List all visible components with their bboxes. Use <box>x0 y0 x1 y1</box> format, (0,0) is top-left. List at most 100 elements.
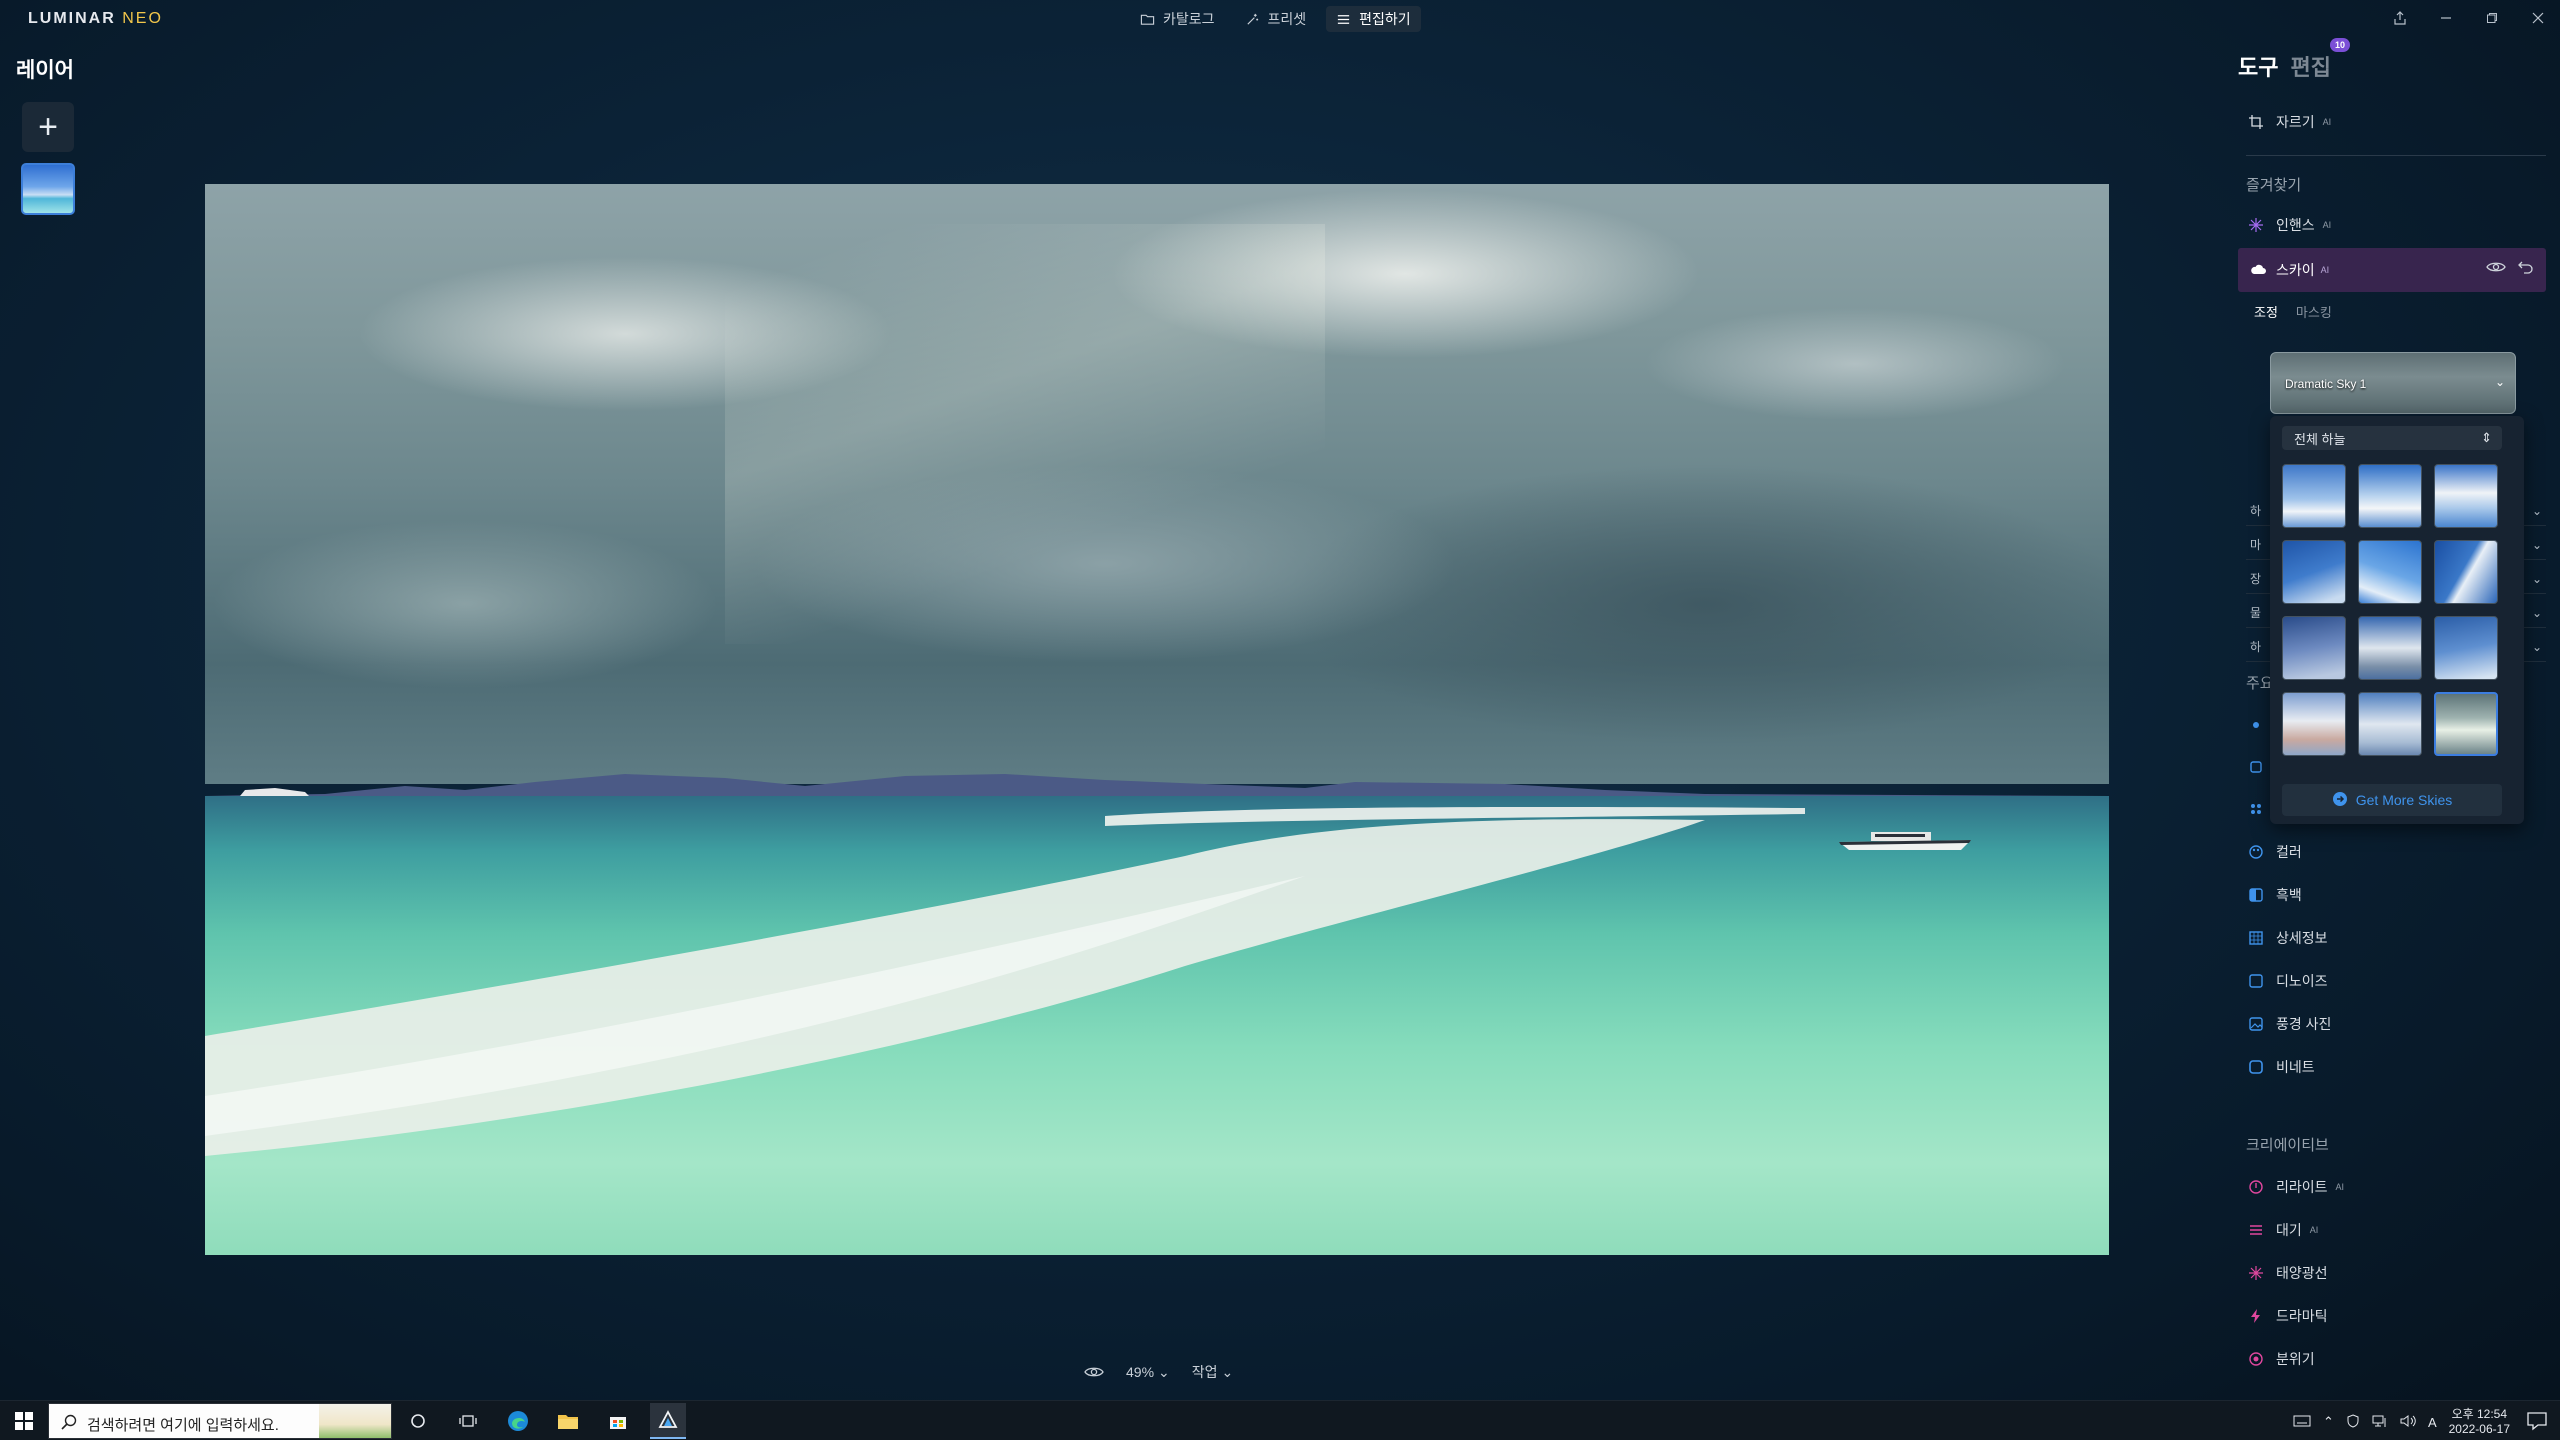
network-icon[interactable] <box>2372 1414 2388 1431</box>
minimize-icon[interactable] <box>2436 8 2456 28</box>
window-controls <box>2390 8 2548 28</box>
start-button[interactable] <box>14 1411 34 1431</box>
tool-dramatic[interactable]: 드라마틱 <box>2248 1304 2328 1328</box>
sky-preset-dropdown[interactable]: Dramatic Sky 1 ⌄ <box>2270 352 2516 414</box>
tool-dramatic-label: 드라마틱 <box>2276 1308 2328 1324</box>
windows-logo-icon <box>15 1412 33 1430</box>
sky-thumbnail[interactable] <box>2358 616 2422 680</box>
tool-sky-active[interactable]: 스카이 AI <box>2238 248 2546 292</box>
reset-icon[interactable] <box>2518 260 2534 279</box>
layer-thumbnail[interactable] <box>21 163 75 215</box>
tool-hidden[interactable] <box>2248 797 2264 821</box>
ai-marker: AI <box>2309 1225 2319 1235</box>
contrast-icon <box>2248 887 2264 903</box>
add-layer-button[interactable]: + <box>22 102 74 152</box>
subtab-masking[interactable]: 마스킹 <box>2296 302 2332 321</box>
sky-thumbnail-selected[interactable] <box>2434 692 2498 756</box>
collapsed-label: 하 <box>2250 640 2262 654</box>
tool-mood[interactable]: 분위기 <box>2248 1347 2315 1371</box>
sky-thumbnail[interactable] <box>2358 464 2422 528</box>
sky-thumbnail[interactable] <box>2434 464 2498 528</box>
subtab-adjust[interactable]: 조정 <box>2254 302 2278 321</box>
search-highlight-illustration <box>319 1404 391 1438</box>
task-view-icon[interactable] <box>450 1403 486 1439</box>
photo-sun-rays <box>725 224 1325 644</box>
microsoft-store-icon[interactable] <box>600 1403 636 1439</box>
tool-vignette-label: 비네트 <box>2276 1059 2315 1075</box>
mode-presets-label: 프리셋 <box>1267 11 1307 27</box>
chevron-down-icon: ⌄ <box>2494 375 2505 389</box>
tool-atmosphere[interactable]: 대기 AI <box>2248 1218 2318 1242</box>
sky-thumbnail[interactable] <box>2358 692 2422 756</box>
tool-hidden[interactable] <box>2248 713 2264 737</box>
tab-edits[interactable]: 편집 <box>2290 50 2330 82</box>
sky-thumbnail[interactable] <box>2282 692 2346 756</box>
sky-thumbnail[interactable] <box>2434 616 2498 680</box>
logo-main: LUMINAR <box>28 10 116 27</box>
chevron-up-icon[interactable]: ⌃ <box>2323 1414 2334 1430</box>
cloud-icon <box>2250 262 2266 278</box>
get-more-skies-button[interactable]: Get More Skies <box>2282 784 2502 816</box>
tool-relight-label: 리라이트 <box>2276 1179 2328 1195</box>
keyboard-icon[interactable] <box>2293 1415 2311 1430</box>
tool-crop[interactable]: 자르기 AI <box>2248 110 2331 134</box>
actions-dropdown[interactable]: 작업 ⌄ <box>1192 1362 1234 1382</box>
collapsed-label: 장 <box>2250 572 2262 586</box>
grid-pattern-icon <box>2248 930 2264 946</box>
sky-thumbnail[interactable] <box>2434 540 2498 604</box>
tool-denoise-label: 디노이즈 <box>2276 973 2328 989</box>
file-explorer-icon[interactable] <box>550 1403 586 1439</box>
input-method-indicator[interactable]: A <box>2428 1415 2437 1430</box>
tool-sunrays[interactable]: 태양광선 <box>2248 1261 2328 1285</box>
luminar-neo-taskbar-icon[interactable] <box>650 1403 686 1439</box>
cortana-icon[interactable] <box>400 1403 436 1439</box>
tool-bw-label: 흑백 <box>2276 887 2302 903</box>
sky-thumbnail[interactable] <box>2282 540 2346 604</box>
sky-category-select[interactable]: 전체 하늘 ⇕ <box>2282 426 2502 450</box>
chevron-down-icon: ⌄ <box>1221 1363 1234 1380</box>
tab-tools[interactable]: 도구 <box>2238 50 2278 82</box>
tool-denoise[interactable]: 디노이즈 <box>2248 969 2328 993</box>
compare-button[interactable] <box>1084 1365 1104 1379</box>
mode-catalog-button[interactable]: 카탈로그 <box>1130 6 1225 32</box>
chevron-down-icon: ⌄ <box>2531 639 2542 654</box>
tool-bw[interactable]: 흑백 <box>2248 883 2302 907</box>
notification-center-icon[interactable] <box>2526 1411 2548 1431</box>
restore-icon[interactable] <box>2482 8 2502 28</box>
denoise-icon <box>2248 973 2264 989</box>
taskbar-clock[interactable]: 오후 12:54 2022-06-17 <box>2449 1407 2510 1437</box>
sky-thumbnail[interactable] <box>2358 540 2422 604</box>
sky-thumbnail[interactable] <box>2282 464 2346 528</box>
system-tray: ⌃ A 오후 12:54 2022-06-17 <box>2293 1407 2510 1437</box>
mode-edit-button[interactable]: 편집하기 <box>1326 6 1421 32</box>
toggle-visibility-icon[interactable] <box>2486 260 2506 279</box>
volume-icon[interactable] <box>2400 1414 2416 1431</box>
tool-details[interactable]: 상세정보 <box>2248 926 2328 950</box>
sky-picker-popup: 전체 하늘 ⇕ Get More Skies <box>2270 416 2524 824</box>
windows-taskbar: 검색하려면 여기에 입력하세요. ⌃ A 오후 12:54 2022-06-17 <box>0 1400 2560 1440</box>
security-icon[interactable] <box>2346 1413 2360 1431</box>
landscape-icon <box>2248 1016 2264 1032</box>
tool-enhance[interactable]: 인핸스 AI <box>2248 213 2331 237</box>
sky-thumbnail[interactable] <box>2282 616 2346 680</box>
zoom-dropdown[interactable]: 49% ⌄ <box>1126 1364 1170 1381</box>
tool-color[interactable]: 컬러 <box>2248 840 2302 864</box>
share-icon[interactable] <box>2390 8 2410 28</box>
main-photo-canvas[interactable] <box>205 184 2109 1255</box>
edit-panel: 도구 편집 10 자르기 AI 즐겨찾기 인핸스 AI 스카이 AI 조정 마스… <box>2238 38 2548 1400</box>
taskbar-search-box[interactable]: 검색하려면 여기에 입력하세요. <box>48 1403 392 1439</box>
mode-presets-button[interactable]: 프리셋 <box>1235 6 1317 32</box>
tool-hidden[interactable] <box>2248 755 2264 779</box>
chevron-down-icon: ⌄ <box>2531 537 2542 552</box>
tool-relight[interactable]: 리라이트 AI <box>2248 1175 2344 1199</box>
ai-marker: AI <box>2335 1182 2345 1192</box>
sun-rays-icon <box>2248 1265 2264 1281</box>
edge-browser-icon[interactable] <box>500 1403 536 1439</box>
vignette-icon <box>2248 1059 2264 1075</box>
tool-vignette[interactable]: 비네트 <box>2248 1055 2315 1079</box>
close-icon[interactable] <box>2528 8 2548 28</box>
tool-landscape[interactable]: 풍경 사진 <box>2248 1012 2331 1036</box>
dots-icon <box>2248 801 2264 817</box>
mode-catalog-label: 카탈로그 <box>1163 11 1215 27</box>
tool-landscape-label: 풍경 사진 <box>2276 1016 2332 1032</box>
